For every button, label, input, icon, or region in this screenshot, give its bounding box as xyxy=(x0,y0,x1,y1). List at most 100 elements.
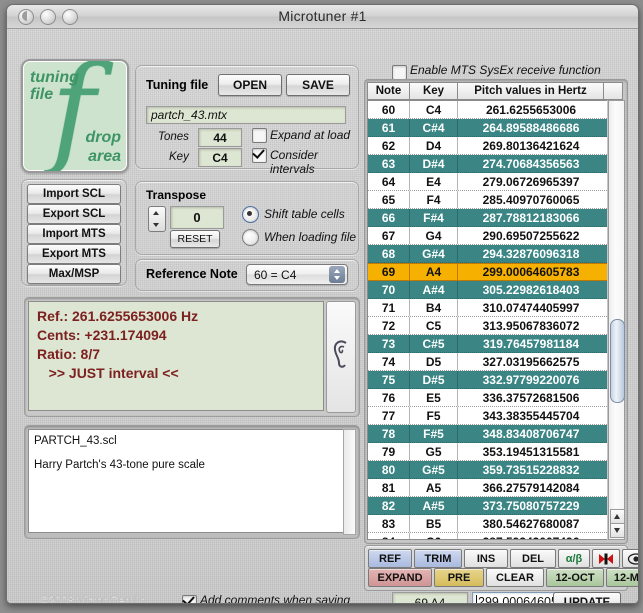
cell-key[interactable]: C5 xyxy=(410,317,458,334)
sysex-checkbox[interactable] xyxy=(392,65,407,80)
cell-note[interactable]: 78 xyxy=(368,425,410,442)
cell-note[interactable]: 82 xyxy=(368,497,410,514)
cell-key[interactable]: B4 xyxy=(410,299,458,316)
del-button[interactable]: DEL xyxy=(510,549,556,568)
cell-note[interactable]: 80 xyxy=(368,461,410,478)
cell-note[interactable]: 62 xyxy=(368,137,410,154)
save-button[interactable]: SAVE xyxy=(286,74,350,96)
cell-note[interactable]: 69 xyxy=(368,264,410,280)
table-row[interactable]: 65 F4 285.40970760065 xyxy=(368,191,607,209)
cell-pitch[interactable]: 348.83408706747 xyxy=(458,425,604,442)
cell-pitch[interactable]: 287.78812183066 xyxy=(458,209,604,226)
table-row[interactable]: 77 F5 343.38355445704 xyxy=(368,407,607,425)
cell-pitch[interactable]: 269.80136421624 xyxy=(458,137,604,154)
table-row[interactable]: 69 A4 299.00064605783 xyxy=(368,263,607,281)
transpose-value[interactable]: 0 xyxy=(170,206,224,229)
twelve-map-button[interactable]: 12-MAP xyxy=(606,568,638,587)
cell-key[interactable]: G#4 xyxy=(410,245,458,262)
cell-key[interactable]: D5 xyxy=(410,353,458,370)
table-row[interactable]: 81 A5 366.27579142084 xyxy=(368,479,607,497)
clear-button[interactable]: CLEAR xyxy=(486,568,544,587)
export-mts-button[interactable]: Export MTS xyxy=(27,244,121,264)
cell-key[interactable]: G4 xyxy=(410,227,458,244)
cell-key[interactable]: E4 xyxy=(410,173,458,190)
cell-note[interactable]: 68 xyxy=(368,245,410,262)
table-row[interactable]: 70 A#4 305.22982618403 xyxy=(368,281,607,299)
cell-note[interactable]: 76 xyxy=(368,389,410,406)
transpose-stepper[interactable] xyxy=(148,206,166,232)
cell-pitch[interactable]: 366.27579142084 xyxy=(458,479,604,496)
cell-pitch[interactable]: 387.59343007496 xyxy=(458,533,604,540)
cell-key[interactable]: A5 xyxy=(410,479,458,496)
eye-button[interactable] xyxy=(622,549,638,568)
cell-note[interactable]: 63 xyxy=(368,155,410,172)
cell-pitch[interactable]: 294.32876096318 xyxy=(458,245,604,262)
table-row[interactable]: 79 G5 353.19451315581 xyxy=(368,443,607,461)
table-row[interactable]: 71 B4 310.07474405997 xyxy=(368,299,607,317)
cell-key[interactable]: C4 xyxy=(410,101,458,118)
cell-note[interactable]: 65 xyxy=(368,191,410,208)
listen-button[interactable] xyxy=(326,301,356,413)
cell-pitch[interactable]: 285.40970760065 xyxy=(458,191,604,208)
cell-key[interactable]: F#4 xyxy=(410,209,458,226)
cell-note[interactable]: 60 xyxy=(368,101,410,118)
tuning-filename-field[interactable]: partch_43.mtx xyxy=(146,106,346,124)
table-row[interactable]: 74 D5 327.03195662575 xyxy=(368,353,607,371)
cell-key[interactable]: C#5 xyxy=(410,335,458,352)
table-row[interactable]: 60 C4 261.6255653006 xyxy=(368,101,607,119)
cell-key[interactable]: F5 xyxy=(410,407,458,424)
transpose-reset-button[interactable]: RESET xyxy=(170,230,220,248)
table-row[interactable]: 75 D#5 332.97799220076 xyxy=(368,371,607,389)
expand-at-load-checkbox[interactable] xyxy=(252,128,267,143)
cell-key[interactable]: D#4 xyxy=(410,155,458,172)
max-msp-button[interactable]: Max/MSP xyxy=(27,264,121,284)
cell-pitch[interactable]: 380.54627680087 xyxy=(458,515,604,532)
consider-intervals-checkbox[interactable] xyxy=(252,148,267,163)
radio-shift-table-cells[interactable] xyxy=(242,206,259,223)
cell-note[interactable]: 75 xyxy=(368,371,410,388)
cell-note[interactable]: 73 xyxy=(368,335,410,352)
cell-key[interactable]: A#4 xyxy=(410,281,458,298)
export-scl-button[interactable]: Export SCL xyxy=(27,204,121,224)
cell-pitch[interactable]: 310.07474405997 xyxy=(458,299,604,316)
cell-pitch[interactable]: 343.38355445704 xyxy=(458,407,604,424)
cell-key[interactable]: F4 xyxy=(410,191,458,208)
cell-key[interactable]: A#5 xyxy=(410,497,458,514)
ins-button[interactable]: INS xyxy=(464,549,508,568)
table-row[interactable]: 61 C#4 264.89588486686 xyxy=(368,119,607,137)
open-button[interactable]: OPEN xyxy=(218,74,282,96)
table-row[interactable]: 78 F#5 348.83408706747 xyxy=(368,425,607,443)
cell-pitch[interactable]: 305.22982618403 xyxy=(458,281,604,298)
cell-pitch[interactable]: 279.06726965397 xyxy=(458,173,604,190)
cell-key[interactable]: G5 xyxy=(410,443,458,460)
cell-pitch[interactable]: 327.03195662575 xyxy=(458,353,604,370)
cell-pitch[interactable]: 373.75080757229 xyxy=(458,497,604,514)
alpha-beta-button[interactable]: α/β xyxy=(558,549,590,568)
cell-key[interactable]: C#4 xyxy=(410,119,458,136)
table-row[interactable]: 72 C5 313.95067836072 xyxy=(368,317,607,335)
cell-pitch[interactable]: 336.37572681506 xyxy=(458,389,604,406)
cell-pitch[interactable]: 353.19451315581 xyxy=(458,443,604,460)
cell-note[interactable]: 74 xyxy=(368,353,410,370)
cell-key[interactable]: E5 xyxy=(410,389,458,406)
cell-key[interactable]: A4 xyxy=(410,264,458,280)
cell-pitch[interactable]: 313.95067836072 xyxy=(458,317,604,334)
comments-textarea[interactable]: PARTCH_43.scl Harry Partch's 43-tone pur… xyxy=(28,429,344,533)
table-row[interactable]: 84C6387.59343007496 xyxy=(368,533,607,540)
cell-note[interactable]: 83 xyxy=(368,515,410,532)
table-scrollbar[interactable] xyxy=(608,100,625,540)
cell-note[interactable]: 64 xyxy=(368,173,410,190)
cell-pitch[interactable]: 274.70684356563 xyxy=(458,155,604,172)
scroll-up-arrow-icon[interactable] xyxy=(610,509,625,524)
tones-value[interactable]: 44 xyxy=(198,128,242,147)
twelve-oct-button[interactable]: 12-OCT xyxy=(546,568,604,587)
import-scl-button[interactable]: Import SCL xyxy=(27,184,121,204)
cell-pitch[interactable]: 359.73515228832 xyxy=(458,461,604,478)
table-row[interactable]: 83 B5 380.54627680087 xyxy=(368,515,607,533)
table-row[interactable]: 63 D#4 274.70684356563 xyxy=(368,155,607,173)
table-row[interactable]: 67 G4 290.69507255622 xyxy=(368,227,607,245)
key-value[interactable]: C4 xyxy=(198,148,242,167)
cell-pitch[interactable]: 261.6255653006 xyxy=(458,101,604,118)
cell-key[interactable]: G#5 xyxy=(410,461,458,478)
cell-pitch[interactable]: 290.69507255622 xyxy=(458,227,604,244)
